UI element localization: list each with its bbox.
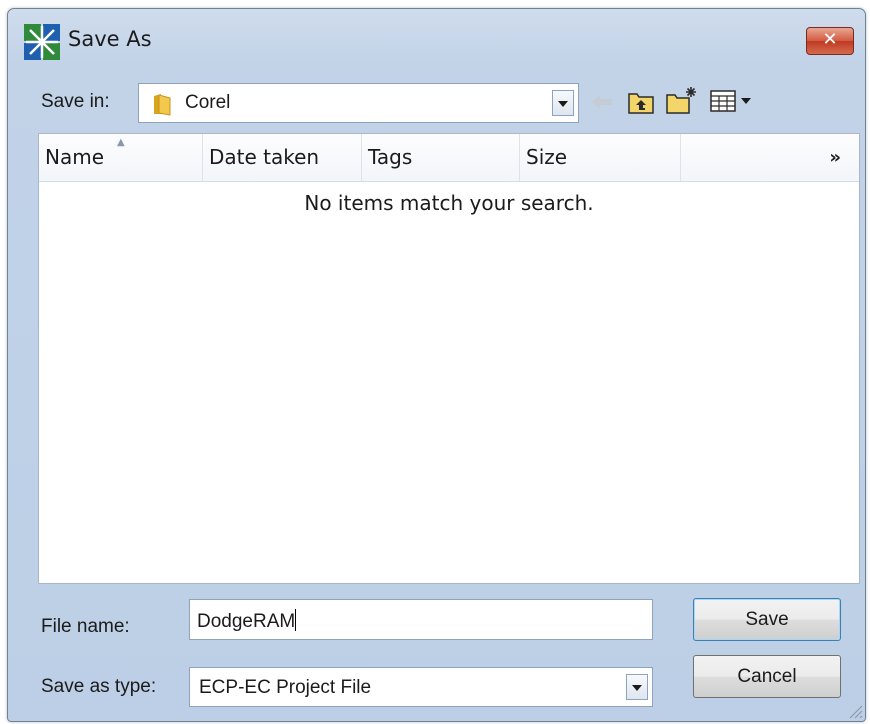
save-in-value: Corel — [185, 92, 231, 113]
file-name-value: DodgeRAM — [197, 611, 296, 632]
save-button[interactable]: Save — [693, 598, 841, 641]
save-as-type-value: ECP-EC Project File — [199, 677, 372, 698]
column-header-date-taken[interactable]: Date taken — [203, 134, 362, 181]
save-in-label: Save in: — [41, 91, 110, 112]
column-header-tags[interactable]: Tags — [362, 134, 520, 181]
file-name-input[interactable]: DodgeRAM — [189, 599, 653, 640]
column-header-name[interactable]: Name ▲ — [39, 134, 203, 181]
save-as-type-dropdown-button[interactable] — [626, 674, 648, 700]
window-title: Save As — [68, 27, 152, 51]
folder-icon — [154, 94, 171, 116]
resize-grip-icon[interactable] — [847, 703, 863, 719]
cancel-button[interactable]: Cancel — [693, 655, 841, 698]
sort-ascending-icon: ▲ — [117, 137, 125, 148]
column-header-date-taken-label: Date taken — [209, 145, 320, 169]
back-arrow-icon[interactable] — [591, 93, 613, 111]
title-bar[interactable]: Save As ✕ — [8, 9, 865, 71]
column-header-tags-label: Tags — [368, 145, 413, 169]
empty-list-message: No items match your search. — [304, 191, 594, 215]
new-folder-icon[interactable] — [665, 85, 699, 115]
file-name-label: File name: — [41, 616, 130, 637]
column-header-size[interactable]: Size — [520, 134, 681, 181]
file-list[interactable]: Name ▲ Date taken Tags Size » No items m… — [38, 133, 860, 584]
views-menu-icon[interactable] — [709, 89, 753, 113]
save-as-type-label: Save as type: — [41, 676, 157, 697]
up-folder-icon[interactable] — [627, 89, 655, 115]
save-as-type-combo[interactable]: ECP-EC Project File — [189, 667, 653, 707]
save-in-dropdown-button[interactable] — [552, 90, 574, 116]
column-header-row: Name ▲ Date taken Tags Size » — [39, 134, 859, 182]
save-as-dialog: Save As ✕ Save in: Corel Name ▲ Date tak… — [7, 8, 866, 722]
save-in-combo[interactable]: Corel — [138, 83, 579, 123]
column-header-name-label: Name — [45, 145, 105, 169]
text-caret — [295, 609, 297, 631]
app-icon — [24, 24, 60, 60]
close-button[interactable]: ✕ — [806, 27, 854, 55]
column-header-size-label: Size — [526, 145, 568, 169]
more-columns-chevron-icon[interactable]: » — [829, 147, 841, 168]
